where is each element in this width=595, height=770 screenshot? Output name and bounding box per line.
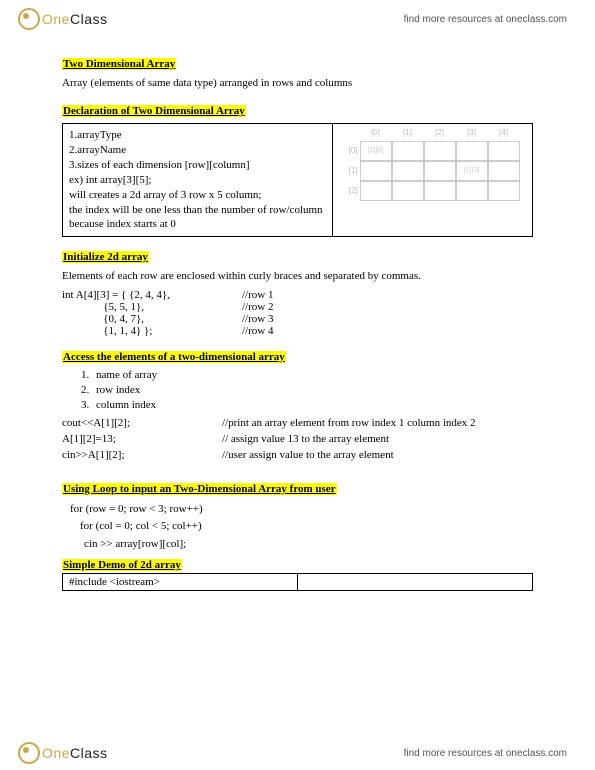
declaration-text-cell: 1.arrayType 2.arrayName 3.sizes of each … bbox=[63, 124, 333, 237]
find-resources-link[interactable]: find more resources at oneclass.com bbox=[404, 14, 567, 25]
list-item: column index bbox=[92, 399, 533, 411]
header-bar: OneClass find more resources at oneclass… bbox=[0, 0, 595, 34]
list-item: name of array bbox=[92, 369, 533, 381]
section-title-declaration: Declaration of Two Dimensional Array bbox=[62, 105, 533, 117]
section-title-initialize: Initialize 2d array bbox=[62, 251, 533, 263]
access-steps-list: name of array row index column index bbox=[92, 369, 533, 411]
document-body: Two Dimensional Array Array (elements of… bbox=[0, 34, 595, 591]
access-example-row: cout<<A[1][2];//print an array element f… bbox=[62, 417, 533, 429]
access-example-row: A[1][2]=13;// assign value 13 to the arr… bbox=[62, 433, 533, 445]
find-resources-link[interactable]: find more resources at oneclass.com bbox=[404, 748, 567, 759]
logo-text: OneClass bbox=[42, 745, 107, 761]
oneclass-logo-icon bbox=[18, 8, 40, 30]
demo-code-table: #include <iostream> bbox=[62, 573, 533, 591]
initialize-code-block: int A[4][3] = { {2, 4, 4},//row 1 {5, 5,… bbox=[62, 289, 533, 337]
access-example-row: cin>>A[1][2];//user assign value to the … bbox=[62, 449, 533, 461]
loop-code-block: for (row = 0; row < 3; row++) for (col =… bbox=[70, 501, 533, 554]
footer-bar: OneClass find more resources at oneclass… bbox=[0, 738, 595, 764]
demo-empty-cell bbox=[298, 574, 533, 591]
section-title-demo: Simple Demo of 2d array bbox=[62, 559, 533, 571]
oneclass-logo-icon bbox=[18, 742, 40, 764]
declaration-diagram-cell: [0] [1] [2] [3] [4] [0] [0][0] [1] [1][3… bbox=[333, 124, 533, 237]
declaration-table: 1.arrayType 2.arrayName 3.sizes of each … bbox=[62, 123, 533, 237]
section-title-access: Access the elements of a two-dimensional… bbox=[62, 351, 533, 363]
logo-text: OneClass bbox=[42, 11, 107, 27]
logo: OneClass bbox=[18, 8, 107, 30]
initialize-intro: Elements of each row are enclosed within… bbox=[62, 269, 533, 284]
section-title-loop: Using Loop to input an Two-Dimensional A… bbox=[62, 483, 533, 495]
logo: OneClass bbox=[18, 742, 107, 764]
list-item: row index bbox=[92, 384, 533, 396]
demo-code-cell: #include <iostream> bbox=[63, 574, 298, 591]
array-grid-diagram: [0] [1] [2] [3] [4] [0] [0][0] [1] [1][3… bbox=[346, 128, 520, 201]
section-title-2d-array: Two Dimensional Array bbox=[62, 58, 533, 70]
intro-text: Array (elements of same data type) arran… bbox=[62, 76, 533, 91]
